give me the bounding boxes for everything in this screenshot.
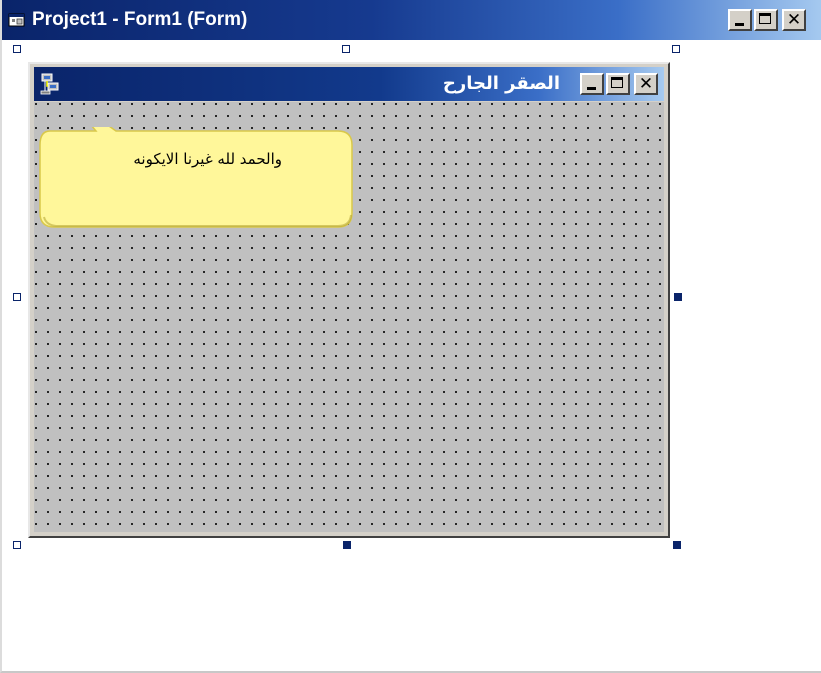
form-title-bar[interactable]: الصقر الجارح ✕ (34, 67, 664, 101)
resize-handle-left[interactable] (13, 293, 21, 301)
form-designer-icon (8, 12, 26, 28)
maximize-icon (759, 13, 771, 24)
form-title: الصقر الجارح (442, 73, 560, 94)
resize-handle-top[interactable] (342, 45, 350, 53)
form-minimize-button[interactable] (580, 73, 604, 95)
callout-balloon: والحمد لله غيرنا الايكونه (38, 127, 354, 229)
close-icon: ✕ (786, 9, 802, 30)
resize-handle-bottom[interactable] (343, 541, 351, 549)
designer-maximize-button[interactable] (754, 9, 778, 31)
resize-handle-bottom-right[interactable] (673, 541, 681, 549)
resize-handle-top-right[interactable] (672, 45, 680, 53)
form-maximize-button[interactable] (606, 73, 630, 95)
designer-title-bar[interactable]: Project1 - Form1 (Form) ✕ (2, 0, 821, 40)
callout-shape (39, 127, 353, 228)
designer-window-controls: ✕ (728, 9, 808, 31)
resize-handle-bottom-left[interactable] (13, 541, 21, 549)
minimize-icon (587, 87, 596, 90)
designer-title: Project1 - Form1 (Form) (32, 9, 248, 30)
maximize-icon (611, 77, 623, 88)
computer-network-icon (39, 73, 61, 95)
resize-handle-right[interactable] (674, 293, 682, 301)
designer-close-button[interactable]: ✕ (782, 9, 806, 31)
resize-handle-top-left[interactable] (13, 45, 21, 53)
form-designer-window: Project1 - Form1 (Form) ✕ الصقر الجارح ✕… (0, 0, 821, 673)
form-close-button[interactable]: ✕ (634, 73, 658, 95)
minimize-icon (735, 23, 744, 26)
designer-minimize-button[interactable] (728, 9, 752, 31)
close-icon: ✕ (638, 73, 654, 94)
callout-text: والحمد لله غيرنا الايكونه (133, 150, 282, 168)
form-window-controls: ✕ (580, 73, 660, 95)
